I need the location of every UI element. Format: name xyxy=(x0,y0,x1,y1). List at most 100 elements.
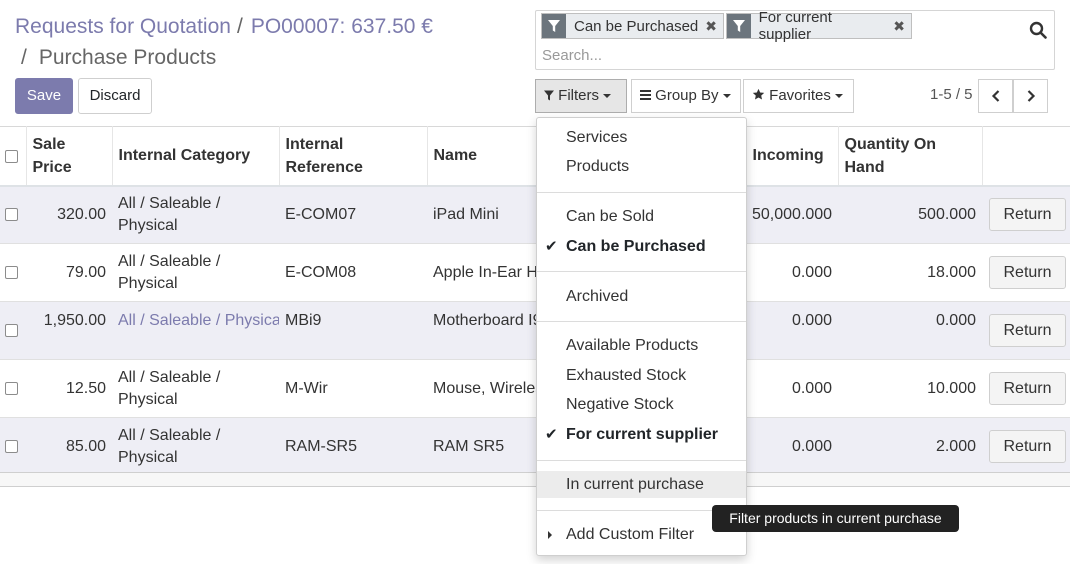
return-button[interactable]: Return xyxy=(989,198,1066,232)
sale-price-cell: 12.50 xyxy=(26,359,112,418)
menu-divider xyxy=(537,321,746,322)
discard-button[interactable]: Discard xyxy=(78,78,152,114)
filter-item-label: Archived xyxy=(566,288,629,305)
column-header-internal-reference[interactable]: Internal Reference xyxy=(279,126,428,187)
incoming-cell: 0.000 xyxy=(746,417,838,476)
internal-reference-cell: MBi9 xyxy=(279,301,427,360)
internal-category-cell[interactable]: All / Saleable / Physical xyxy=(112,301,279,360)
caret-down-icon xyxy=(834,94,843,99)
select-all-checkbox[interactable] xyxy=(5,149,18,163)
incoming-cell: 50,000.000 xyxy=(746,185,838,244)
facet-label: For current supplier xyxy=(758,9,832,43)
check-icon: ✔ xyxy=(545,238,558,255)
remove-facet-icon[interactable]: ✖ xyxy=(893,18,911,35)
pager-next-button[interactable] xyxy=(1013,79,1048,113)
table-row[interactable]: 1,950.00 All / Saleable / Physical MBi9 … xyxy=(0,301,1070,360)
internal-reference-cell: RAM-SR5 xyxy=(279,417,427,476)
filter-item-services[interactable]: Services xyxy=(537,124,746,151)
filter-item-for-current-supplier[interactable]: ✔ For current supplier xyxy=(537,421,746,448)
caret-down-icon xyxy=(722,94,731,99)
table-row[interactable]: 320.00 All / Saleable / Physical E-COM07… xyxy=(0,185,1070,244)
filter-item-exhausted-stock[interactable]: Exhausted Stock xyxy=(537,362,746,389)
column-header-sale-price[interactable]: Sale Price xyxy=(26,126,113,187)
action-cell: Return xyxy=(982,301,1070,360)
filter-item-in-current-purchase[interactable]: In current purchase xyxy=(537,471,746,498)
quantity-on-hand-cell: 10.000 xyxy=(838,359,982,418)
row-checkbox[interactable] xyxy=(5,439,18,453)
facet-label: Can be Purchased xyxy=(574,17,699,35)
filter-item-can-be-sold[interactable]: Can be Sold xyxy=(537,203,746,230)
breadcrumb-item-rfq[interactable]: Requests for Quotation xyxy=(15,15,231,38)
remove-facet-icon[interactable]: ✖ xyxy=(705,18,723,35)
row-select-cell xyxy=(0,417,26,476)
row-checkbox[interactable] xyxy=(5,323,18,337)
favorites-toggle-button[interactable]: Favorites xyxy=(743,79,854,113)
menu-divider xyxy=(537,271,746,272)
column-header-quantity-on-hand[interactable]: Quantity On Hand xyxy=(838,126,983,187)
row-checkbox[interactable] xyxy=(5,208,18,222)
filters-dropdown-menu: Services Products Can be Sold ✔ Can be Pu… xyxy=(536,117,747,556)
return-button[interactable]: Return xyxy=(989,314,1066,347)
filter-icon xyxy=(542,14,566,38)
table-row[interactable]: 79.00 All / Saleable / Physical E-COM08 … xyxy=(0,243,1070,302)
internal-reference-cell: M-Wir xyxy=(279,359,427,418)
internal-category-cell: All / Saleable / Physical xyxy=(112,359,279,418)
breadcrumb-item-po[interactable]: PO00007: 637.50 € xyxy=(251,15,433,38)
internal-category-cell: All / Saleable / Physical xyxy=(112,243,279,302)
pager-value[interactable]: 1-5 / 5 xyxy=(930,86,973,103)
filter-item-label: For current supplier xyxy=(566,426,719,443)
filter-item-label: Can be Sold xyxy=(566,208,655,225)
save-button[interactable]: Save xyxy=(15,78,73,114)
column-header-internal-category[interactable]: Internal Category xyxy=(112,126,280,187)
incoming-cell: 0.000 xyxy=(746,243,838,302)
quantity-on-hand-cell: 18.000 xyxy=(838,243,982,302)
action-cell: Return xyxy=(982,243,1070,302)
search-input[interactable] xyxy=(542,44,1012,66)
filter-item-label: Services xyxy=(566,129,628,146)
select-all-cell xyxy=(0,126,27,187)
star-icon xyxy=(752,88,765,100)
filter-item-label: Can be Purchased xyxy=(566,238,706,255)
table-row[interactable]: 85.00 All / Saleable / Physical RAM-SR5 … xyxy=(0,417,1070,476)
filter-item-can-be-purchased[interactable]: ✔ Can be Purchased xyxy=(537,233,746,260)
table-header: Sale Price Internal Category Internal Re… xyxy=(0,126,1070,187)
group-by-toggle-button[interactable]: Group By xyxy=(631,79,741,113)
row-select-cell xyxy=(0,301,26,360)
filter-item-label: Add Custom Filter xyxy=(566,526,695,543)
search-box: Can be Purchased ✖ For current supplier … xyxy=(535,9,1055,70)
column-header-actions xyxy=(982,126,1070,187)
filter-item-archived[interactable]: Archived xyxy=(537,283,746,310)
quantity-on-hand-cell: 2.000 xyxy=(838,417,982,476)
filter-item-available-products[interactable]: Available Products xyxy=(537,332,746,359)
filter-icon xyxy=(727,14,751,38)
product-table: Sale Price Internal Category Internal Re… xyxy=(0,126,1070,476)
filter-icon xyxy=(544,90,554,101)
filter-item-label: Negative Stock xyxy=(566,396,674,413)
pager-previous-button[interactable] xyxy=(978,79,1013,113)
internal-reference-cell: E-COM08 xyxy=(279,243,427,302)
filter-item-products[interactable]: Products xyxy=(537,153,746,180)
row-checkbox[interactable] xyxy=(5,381,18,395)
incoming-cell: 0.000 xyxy=(746,359,838,418)
return-button[interactable]: Return xyxy=(989,256,1066,289)
action-cell: Return xyxy=(982,417,1070,476)
page-title: Purchase Products xyxy=(38,46,217,69)
row-checkbox[interactable] xyxy=(5,265,18,279)
row-select-cell xyxy=(0,243,26,302)
breadcrumb-separator: / xyxy=(236,15,243,38)
internal-reference-cell: E-COM07 xyxy=(279,185,427,244)
return-button[interactable]: Return xyxy=(989,372,1066,405)
group-by-label: Group By xyxy=(655,87,719,104)
return-button[interactable]: Return xyxy=(989,430,1066,463)
column-header-incoming[interactable]: Incoming xyxy=(746,126,839,187)
search-facet-for-current-supplier: For current supplier ✖ xyxy=(726,9,912,43)
search-icon[interactable] xyxy=(1029,21,1047,39)
filter-item-negative-stock[interactable]: Negative Stock xyxy=(537,391,746,418)
table-row[interactable]: 12.50 All / Saleable / Physical M-Wir Mo… xyxy=(0,359,1070,418)
action-cell: Return xyxy=(982,185,1070,244)
breadcrumb-separator: / xyxy=(21,46,27,69)
quantity-on-hand-cell: 500.000 xyxy=(838,185,982,244)
filters-toggle-button[interactable]: Filters xyxy=(535,79,627,113)
sale-price-cell: 320.00 xyxy=(26,185,112,244)
incoming-cell: 0.000 xyxy=(746,301,838,360)
